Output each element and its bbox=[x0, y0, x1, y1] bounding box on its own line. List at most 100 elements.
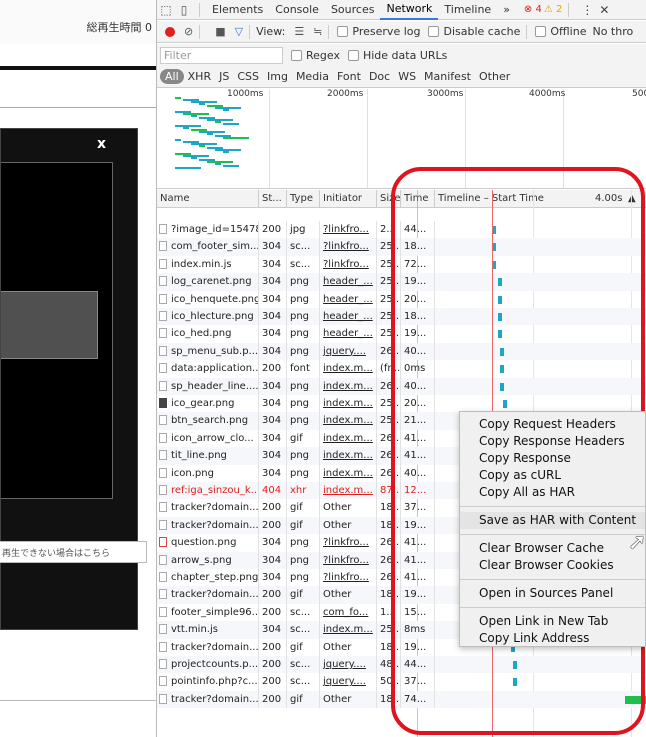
request-initiator[interactable]: index.m... bbox=[320, 482, 377, 500]
warning-count-badge[interactable]: ⚠ 2 bbox=[544, 4, 563, 15]
type-filter-all[interactable]: All bbox=[160, 69, 184, 84]
request-initiator[interactable]: ?linkfro... bbox=[320, 569, 377, 587]
request-initiator[interactable]: ?linkfro... bbox=[320, 551, 377, 569]
menu-item-open-in-sources-panel[interactable]: Open in Sources Panel bbox=[460, 585, 645, 602]
record-icon[interactable] bbox=[165, 26, 175, 37]
menu-item-clear-browser-cache[interactable]: Clear Browser Cache bbox=[460, 540, 645, 557]
playback-help-link[interactable]: 再生できない場合はこちら bbox=[0, 541, 147, 563]
menu-item-open-link-in-new-tab[interactable]: Open Link in New Tab bbox=[460, 613, 645, 630]
close-icon[interactable]: x bbox=[97, 136, 106, 152]
regex-checkbox[interactable] bbox=[291, 49, 302, 61]
request-name[interactable]: vtt.min.js bbox=[157, 621, 259, 639]
request-initiator[interactable]: index.m... bbox=[320, 447, 377, 465]
request-initiator[interactable]: jquery.... bbox=[320, 656, 377, 674]
request-initiator[interactable]: header_... bbox=[320, 325, 377, 343]
device-mode-icon[interactable]: ▯ bbox=[175, 1, 193, 19]
request-name[interactable]: ico_hed.png bbox=[157, 325, 259, 343]
request-name[interactable]: btn_search.png bbox=[157, 412, 259, 430]
request-initiator[interactable]: ?linkfro... bbox=[320, 534, 377, 552]
menu-item-clear-browser-cookies[interactable]: Clear Browser Cookies bbox=[460, 557, 645, 574]
type-filter-manifest[interactable]: Manifest bbox=[420, 70, 475, 83]
type-filter-media[interactable]: Media bbox=[292, 70, 333, 83]
request-initiator[interactable]: header_... bbox=[320, 290, 377, 308]
menu-item-copy-response[interactable]: Copy Response bbox=[460, 450, 645, 467]
preserve-log-checkbox[interactable] bbox=[337, 26, 349, 37]
close-devtools-icon[interactable]: ✕ bbox=[599, 3, 609, 17]
type-filter-other[interactable]: Other bbox=[475, 70, 514, 83]
filter-funnel-icon[interactable]: ▽ bbox=[235, 25, 243, 38]
request-name[interactable]: sp_menu_sub.p... bbox=[157, 342, 259, 361]
request-initiator[interactable]: index.m... bbox=[320, 360, 377, 378]
disable-cache-checkbox[interactable] bbox=[428, 26, 440, 37]
request-name[interactable]: ico_hlecture.png bbox=[157, 308, 259, 326]
menu-item-copy-request-headers[interactable]: Copy Request Headers bbox=[460, 416, 645, 433]
request-initiator[interactable]: ?linkfro... bbox=[320, 221, 377, 239]
request-initiator[interactable]: index.m... bbox=[320, 464, 377, 482]
type-filter-font[interactable]: Font bbox=[333, 70, 365, 83]
overview-icon[interactable]: ≒ bbox=[313, 25, 322, 38]
request-name[interactable]: log_carenet.png bbox=[157, 273, 259, 291]
request-initiator[interactable]: Other bbox=[320, 638, 377, 656]
inspect-element-icon[interactable]: ⬚ bbox=[157, 1, 175, 19]
menu-item-copy-response-headers[interactable]: Copy Response Headers bbox=[460, 433, 645, 450]
menu-item-copy-link-address[interactable]: Copy Link Address bbox=[460, 630, 645, 647]
request-initiator[interactable]: ?linkfro... bbox=[320, 238, 377, 256]
request-name[interactable]: pointinfo.php?c... bbox=[157, 673, 259, 691]
request-name[interactable]: chapter_step.png bbox=[157, 569, 259, 587]
request-name[interactable]: tracker?domain... bbox=[157, 690, 259, 709]
request-initiator[interactable]: index.m... bbox=[320, 395, 377, 413]
request-name[interactable]: index.min.js bbox=[157, 255, 259, 274]
request-name[interactable]: sp_header_line.... bbox=[157, 377, 259, 395]
request-name[interactable]: tit_line.png bbox=[157, 447, 259, 465]
camera-icon[interactable]: ■ bbox=[215, 25, 225, 38]
menu-item-save-as-har-with-content[interactable]: Save as HAR with Content bbox=[460, 512, 645, 529]
tab-elements[interactable]: Elements bbox=[206, 0, 269, 20]
request-name[interactable]: tracker?domain... bbox=[157, 586, 259, 604]
request-name[interactable]: projectcounts.p... bbox=[157, 656, 259, 674]
request-initiator[interactable]: header_... bbox=[320, 273, 377, 291]
type-filter-img[interactable]: Img bbox=[263, 70, 292, 83]
request-name[interactable]: data:application... bbox=[157, 360, 259, 378]
tab-network[interactable]: Network bbox=[380, 0, 439, 20]
throttling-select[interactable]: No thro bbox=[592, 25, 633, 38]
request-name[interactable]: com_footer_sim... bbox=[157, 238, 259, 256]
request-initiator[interactable]: Other bbox=[320, 690, 377, 709]
offline-checkbox[interactable] bbox=[535, 26, 547, 37]
type-filter-doc[interactable]: Doc bbox=[365, 70, 394, 83]
request-name[interactable]: tracker?domain... bbox=[157, 638, 259, 656]
request-initiator[interactable]: index.m... bbox=[320, 377, 377, 395]
request-initiator[interactable]: jquery.... bbox=[320, 342, 377, 361]
request-initiator[interactable]: index.m... bbox=[320, 429, 377, 448]
request-initiator[interactable]: jquery.... bbox=[320, 673, 377, 691]
request-initiator[interactable]: index.m... bbox=[320, 412, 377, 430]
tab-sources[interactable]: Sources bbox=[325, 0, 381, 20]
request-name[interactable]: ico_gear.png bbox=[157, 395, 259, 413]
type-filter-js[interactable]: JS bbox=[215, 70, 233, 83]
request-name[interactable]: ?image_id=15478 bbox=[157, 221, 259, 239]
request-initiator[interactable]: header_... bbox=[320, 308, 377, 326]
filter-input[interactable] bbox=[160, 46, 283, 64]
request-name[interactable]: ico_henquete.png bbox=[157, 290, 259, 308]
kebab-menu-icon[interactable]: ⋮ bbox=[581, 3, 593, 17]
tab-console[interactable]: Console bbox=[269, 0, 325, 20]
large-rows-icon[interactable]: ☰ bbox=[294, 25, 304, 38]
type-filter-css[interactable]: CSS bbox=[233, 70, 263, 83]
tab-timeline[interactable]: Timeline bbox=[438, 0, 497, 20]
type-filter-ws[interactable]: WS bbox=[394, 70, 420, 83]
error-count-badge[interactable]: ⊗ 4 bbox=[524, 4, 542, 15]
request-name[interactable]: question.png bbox=[157, 534, 259, 552]
clear-icon[interactable]: ⊘ bbox=[184, 25, 193, 38]
menu-item-copy-as-curl[interactable]: Copy as cURL bbox=[460, 467, 645, 484]
request-initiator[interactable]: Other bbox=[320, 586, 377, 604]
more-tabs-icon[interactable]: » bbox=[497, 0, 516, 20]
request-initiator[interactable]: Other bbox=[320, 499, 377, 517]
request-initiator[interactable]: index.m... bbox=[320, 621, 377, 639]
request-initiator[interactable]: ?linkfro... bbox=[320, 255, 377, 274]
request-initiator[interactable]: com_fo... bbox=[320, 603, 377, 622]
request-name[interactable]: tracker?domain... bbox=[157, 499, 259, 517]
request-name[interactable]: ref:iga_sinzou_k... bbox=[157, 482, 259, 500]
request-name[interactable]: tracker?domain... bbox=[157, 516, 259, 535]
hide-data-urls-checkbox[interactable] bbox=[347, 49, 359, 61]
request-name[interactable]: icon.png bbox=[157, 464, 259, 482]
type-filter-xhr[interactable]: XHR bbox=[184, 70, 215, 83]
